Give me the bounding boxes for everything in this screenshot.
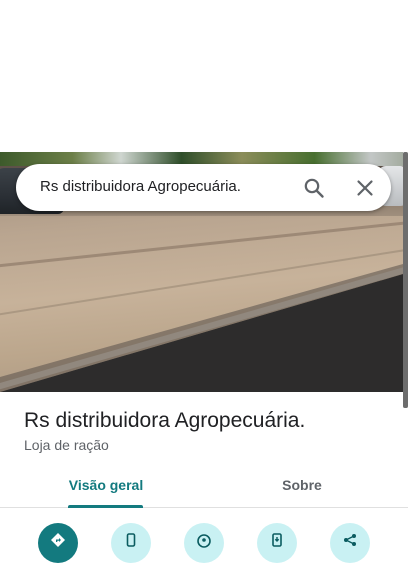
photo-road-line <box>0 217 403 270</box>
search-icon[interactable] <box>302 176 326 200</box>
tab-about[interactable]: Sobre <box>256 477 348 493</box>
search-input[interactable]: Rs distribuidora Agropecuária. <box>40 178 241 195</box>
share-icon <box>344 534 356 546</box>
scrollbar[interactable] <box>403 152 408 408</box>
save-to-phone-icon <box>272 533 282 547</box>
tab-divider <box>0 507 408 508</box>
close-icon[interactable] <box>353 176 377 200</box>
search-box[interactable]: Rs distribuidora Agropecuária. <box>16 164 391 211</box>
active-tab-indicator <box>68 505 143 508</box>
directions-icon <box>51 533 65 547</box>
share-button[interactable] <box>330 523 370 563</box>
place-title: Rs distribuidora Agropecuária. <box>24 409 306 432</box>
tab-overview[interactable]: Visão geral <box>61 477 151 493</box>
place-category[interactable]: Loja de ração <box>24 437 109 453</box>
nearby-icon <box>197 534 211 548</box>
call-button[interactable] <box>111 523 151 563</box>
save-to-phone-button[interactable] <box>257 523 297 563</box>
nearby-button[interactable] <box>184 523 224 563</box>
scrollbar-thumb[interactable] <box>403 152 408 408</box>
blank-map-area <box>0 0 408 152</box>
phone-icon <box>126 533 136 547</box>
directions-button[interactable] <box>38 523 78 563</box>
